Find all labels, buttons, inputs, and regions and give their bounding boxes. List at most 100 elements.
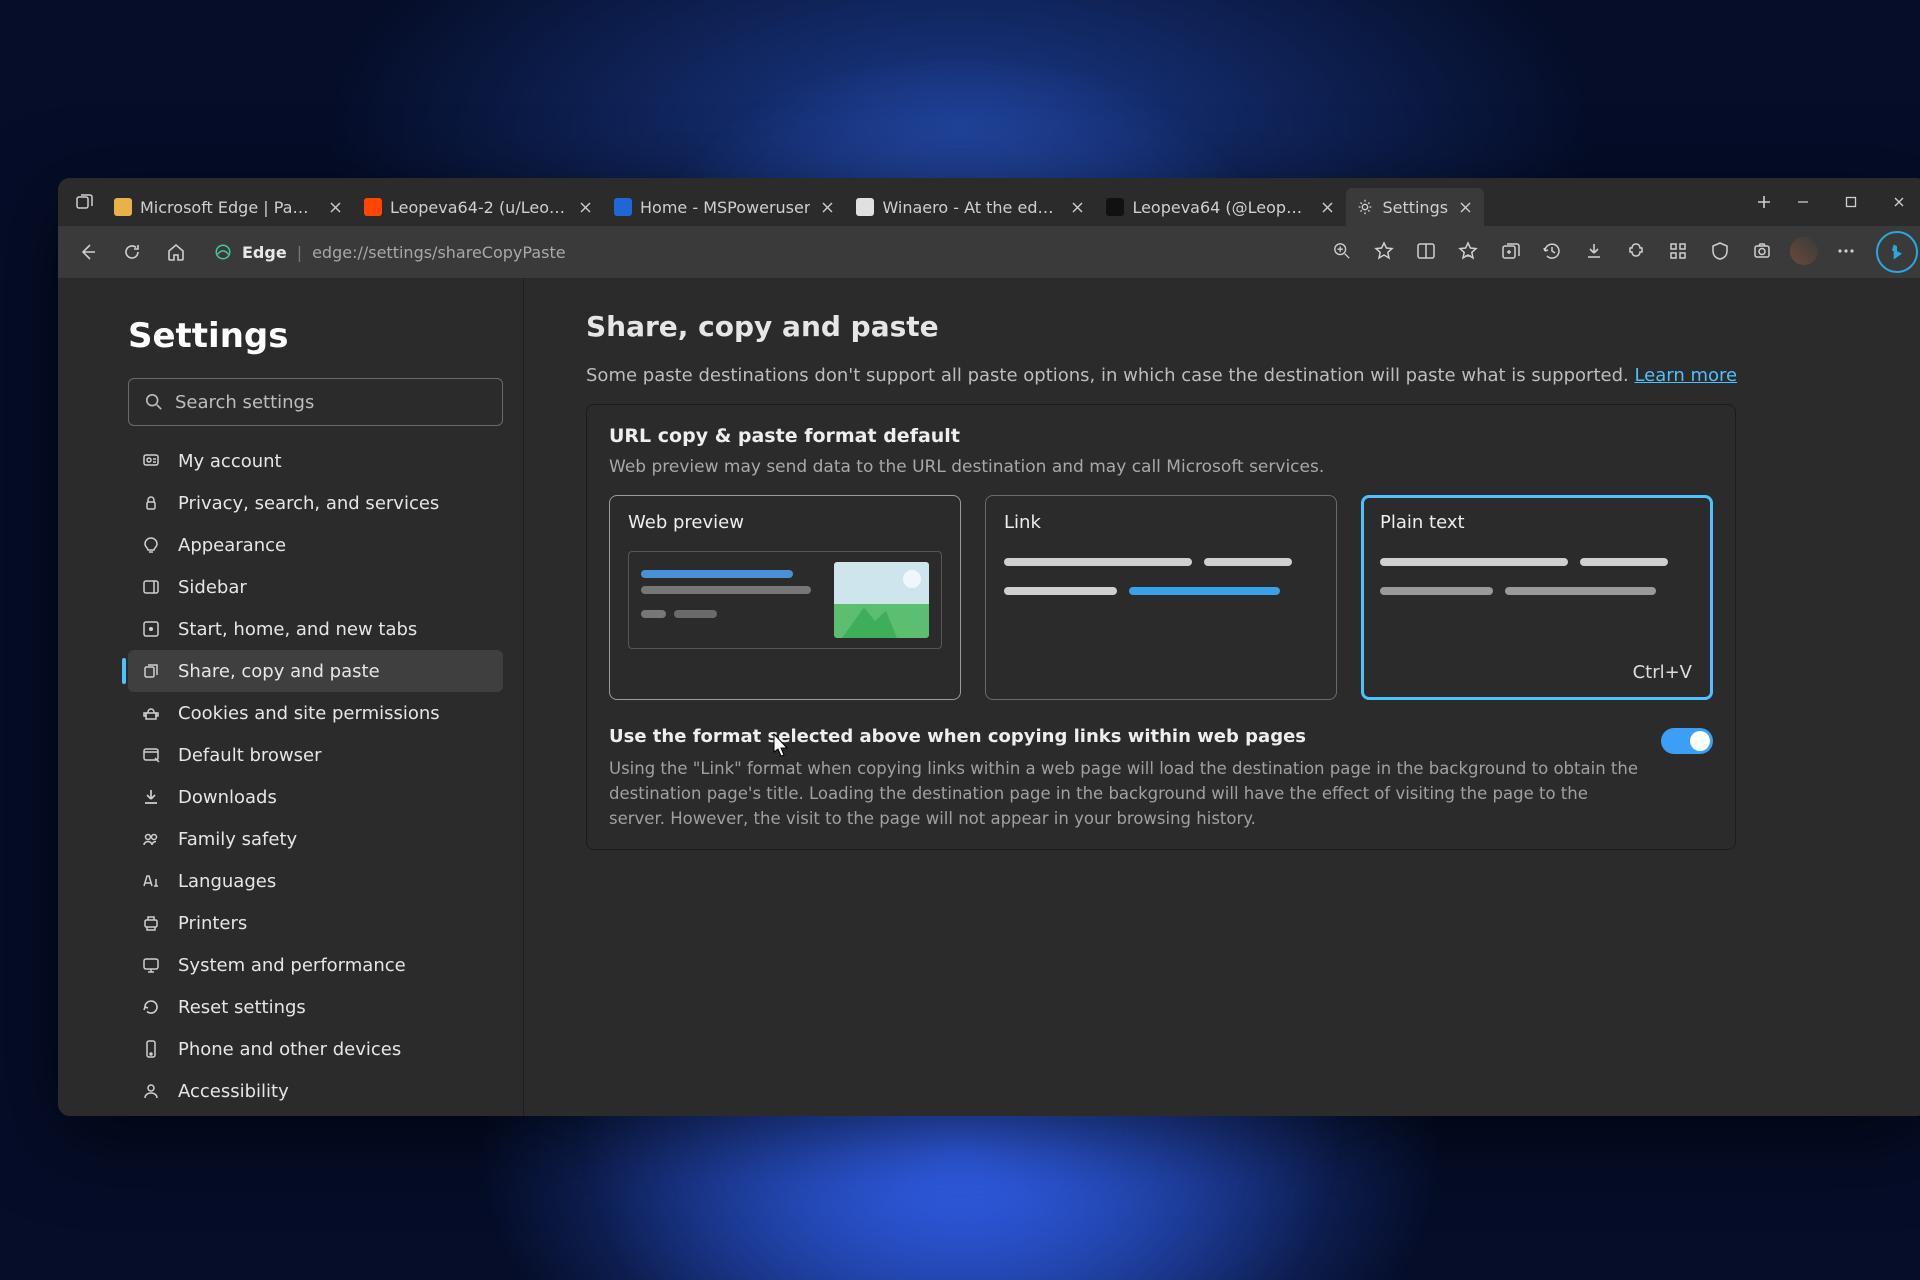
home-button[interactable] xyxy=(156,232,196,272)
favorites-hub-button[interactable] xyxy=(1448,231,1488,271)
settings-main: Share, copy and paste Some paste destina… xyxy=(524,278,1920,1116)
sidebar-item[interactable]: Printers xyxy=(128,902,503,944)
sidebar-item-label: Downloads xyxy=(178,787,277,808)
sidebar-item-icon xyxy=(140,577,162,597)
more-button[interactable] xyxy=(1826,231,1866,271)
search-settings-input[interactable]: Search settings xyxy=(128,378,503,426)
extensions-button[interactable] xyxy=(1616,231,1656,271)
sidebar-item-icon xyxy=(140,913,162,933)
favorite-button[interactable] xyxy=(1364,231,1404,271)
zoom-button[interactable] xyxy=(1322,231,1362,271)
sidebar-item[interactable]: Downloads xyxy=(128,776,503,818)
option-web-preview[interactable]: Web preview xyxy=(609,495,961,700)
sidebar-item[interactable]: Default browser xyxy=(128,734,503,776)
new-tab-button[interactable] xyxy=(1748,186,1780,218)
sidebar-item-label: Languages xyxy=(178,871,276,892)
browser-tab[interactable]: Microsoft Edge | Page 148 xyxy=(104,188,354,226)
browser-tab[interactable]: Winaero - At the edge of xyxy=(846,188,1096,226)
format-options: Web preview Link xyxy=(609,495,1713,700)
sidebar-item[interactable]: Privacy, search, and services xyxy=(128,482,503,524)
sidebar-item[interactable]: Reset settings xyxy=(128,986,503,1028)
settings-title: Settings xyxy=(128,316,503,356)
window-close-button[interactable] xyxy=(1876,182,1920,222)
sidebar-item[interactable]: Appearance xyxy=(128,524,503,566)
window-maximize-button[interactable] xyxy=(1828,182,1874,222)
tab-close-button[interactable] xyxy=(1068,198,1086,216)
sidebar-item-icon xyxy=(140,661,162,681)
sidebar-item[interactable]: Family safety xyxy=(128,818,503,860)
toggle-title: Use the format selected above when copyi… xyxy=(609,726,1641,747)
address-bar[interactable]: Edge | edge://settings/shareCopyPaste xyxy=(200,233,980,271)
sidebar-item-icon xyxy=(140,535,162,555)
sidebar-item[interactable]: Phone and other devices xyxy=(128,1028,503,1070)
copy-format-toggle[interactable] xyxy=(1661,728,1713,754)
option-plain-text[interactable]: Plain text Ctrl+V xyxy=(1361,495,1713,700)
sidebar-item-icon xyxy=(140,619,162,639)
sidebar-item-label: Start, home, and new tabs xyxy=(178,619,417,640)
sidebar-item[interactable]: My account xyxy=(128,440,503,482)
page-title: Share, copy and paste xyxy=(586,310,1876,343)
tab-close-button[interactable] xyxy=(576,198,594,216)
sidebar-item-label: Printers xyxy=(178,913,247,934)
tab-favicon xyxy=(364,198,382,216)
option-link[interactable]: Link xyxy=(985,495,1337,700)
sidebar-item-icon xyxy=(140,871,162,891)
search-placeholder: Search settings xyxy=(175,392,314,413)
back-button[interactable] xyxy=(68,232,108,272)
browser-essentials-button[interactable] xyxy=(1700,231,1740,271)
split-screen-button[interactable] xyxy=(1406,231,1446,271)
browser-tab[interactable]: Home - MSPoweruser xyxy=(604,188,846,226)
tab-close-button[interactable] xyxy=(1456,198,1474,216)
copilot-button[interactable] xyxy=(1876,231,1918,273)
address-url: edge://settings/shareCopyPaste xyxy=(312,243,566,262)
toggle-description: Using the "Link" format when copying lin… xyxy=(609,757,1641,831)
card-title: URL copy & paste format default xyxy=(609,425,1713,447)
browser-tab[interactable]: Settings xyxy=(1346,188,1484,226)
sidebar-item-label: Privacy, search, and services xyxy=(178,493,439,514)
profile-button[interactable] xyxy=(1784,231,1824,271)
learn-more-link[interactable]: Learn more xyxy=(1634,365,1737,386)
browser-tab[interactable]: Leopeva64-2 (u/Leopeva6 xyxy=(354,188,604,226)
sidebar-item-icon xyxy=(140,745,162,765)
search-icon xyxy=(145,393,163,411)
web-preview-mock xyxy=(628,551,942,649)
screenshot-button[interactable] xyxy=(1742,231,1782,271)
downloads-button[interactable] xyxy=(1574,231,1614,271)
site-identity-icon xyxy=(214,243,232,261)
tab-close-button[interactable] xyxy=(326,198,344,216)
address-product-label: Edge xyxy=(242,243,287,262)
tab-favicon xyxy=(1106,198,1124,216)
browser-window: Microsoft Edge | Page 148 Leopeva64-2 (u… xyxy=(58,178,1920,1116)
apps-button[interactable] xyxy=(1658,231,1698,271)
tab-actions-button[interactable] xyxy=(64,193,104,211)
settings-sidebar: Settings Search settings My account Priva… xyxy=(58,278,524,1116)
thumbnail-icon xyxy=(834,562,929,638)
tab-close-button[interactable] xyxy=(1318,198,1336,216)
tab-label: Winaero - At the edge of xyxy=(882,198,1060,217)
avatar xyxy=(1790,237,1818,265)
url-format-card: URL copy & paste format default Web prev… xyxy=(586,404,1736,850)
sidebar-item-icon xyxy=(140,451,162,471)
tab-label: Settings xyxy=(1382,198,1448,217)
collections-button[interactable] xyxy=(1490,231,1530,271)
sidebar-item[interactable]: System and performance xyxy=(128,944,503,986)
sidebar-item[interactable]: Accessibility xyxy=(128,1070,503,1112)
browser-tab[interactable]: Leopeva64 (@Leopeva64) xyxy=(1096,188,1346,226)
tab-close-button[interactable] xyxy=(818,198,836,216)
history-button[interactable] xyxy=(1532,231,1572,271)
sidebar-item-label: Accessibility xyxy=(178,1081,289,1102)
sidebar-item[interactable]: Start, home, and new tabs xyxy=(128,608,503,650)
sidebar-item[interactable]: Cookies and site permissions xyxy=(128,692,503,734)
sidebar-item[interactable]: Share, copy and paste xyxy=(128,650,503,692)
sidebar-item-icon xyxy=(140,787,162,807)
sidebar-item-label: Share, copy and paste xyxy=(178,661,380,682)
window-minimize-button[interactable] xyxy=(1780,182,1826,222)
sidebar-item[interactable]: Sidebar xyxy=(128,566,503,608)
link-mock xyxy=(1004,551,1318,599)
sidebar-item-label: Sidebar xyxy=(178,577,247,598)
tab-label: Leopeva64 (@Leopeva64) xyxy=(1132,198,1310,217)
shortcut-label: Ctrl+V xyxy=(1633,662,1692,683)
sidebar-item[interactable]: Languages xyxy=(128,860,503,902)
refresh-button[interactable] xyxy=(112,232,152,272)
page-description: Some paste destinations don't support al… xyxy=(586,365,1876,386)
